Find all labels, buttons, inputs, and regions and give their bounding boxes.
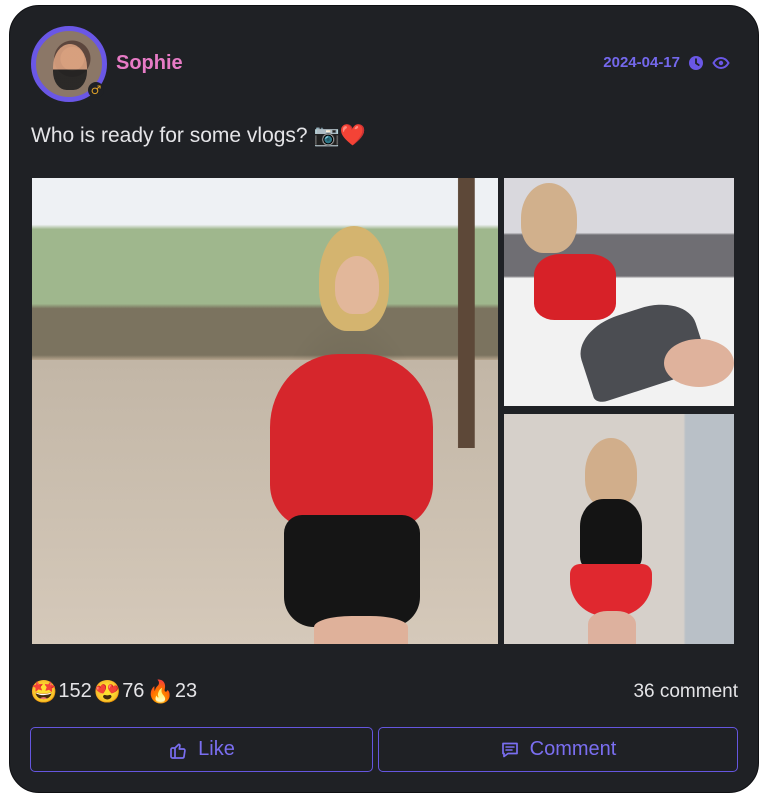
room-photo[interactable] (504, 414, 734, 644)
legs (664, 339, 734, 387)
post-card: ♂ Sophie 2024-04-17 Who is ready for som… (9, 5, 759, 793)
reactions[interactable]: 🤩 152 😍 76 🔥 23 (30, 680, 198, 703)
reaction-count: 23 (174, 680, 198, 702)
reaction-count: 76 (122, 680, 145, 702)
like-label: Like (198, 738, 235, 760)
red-top (534, 254, 616, 320)
star-struck-emoji-icon[interactable]: 🤩 (30, 680, 57, 703)
heart-eyes-emoji-icon[interactable]: 😍 (94, 680, 121, 703)
black-top (580, 499, 642, 571)
avatar[interactable]: ♂ (31, 26, 107, 102)
bedroom-photo[interactable] (504, 178, 734, 406)
comment-button[interactable]: Comment (378, 727, 738, 772)
post-date: 2024-04-17 (603, 54, 680, 71)
post-meta: 2024-04-17 (603, 54, 730, 71)
woman-face (585, 438, 637, 508)
red-top (270, 354, 433, 528)
legs (588, 611, 636, 644)
woman-face (521, 183, 577, 253)
gender-badge-icon: ♂ (88, 82, 104, 98)
black-skirt (284, 515, 420, 627)
comment-label: Comment (529, 738, 617, 760)
post-text: Who is ready for some vlogs? 📷❤️ (31, 124, 366, 147)
tree (436, 178, 498, 448)
comment-icon (500, 740, 520, 760)
reaction-count: 152 (58, 680, 92, 702)
clock-icon (688, 55, 704, 71)
main-photo[interactable] (32, 178, 498, 644)
fire-emoji-icon[interactable]: 🔥 (146, 680, 173, 703)
eye-icon (712, 56, 730, 70)
red-skirt (570, 564, 652, 616)
avatar-person-image (53, 44, 87, 90)
like-button[interactable]: Like (30, 727, 373, 772)
username[interactable]: Sophie (116, 52, 183, 75)
legs (314, 616, 408, 644)
comment-count[interactable]: 36 comment (633, 681, 738, 703)
media-grid (32, 178, 734, 644)
thumbs-up-icon (168, 740, 188, 760)
woman-face (335, 256, 379, 314)
